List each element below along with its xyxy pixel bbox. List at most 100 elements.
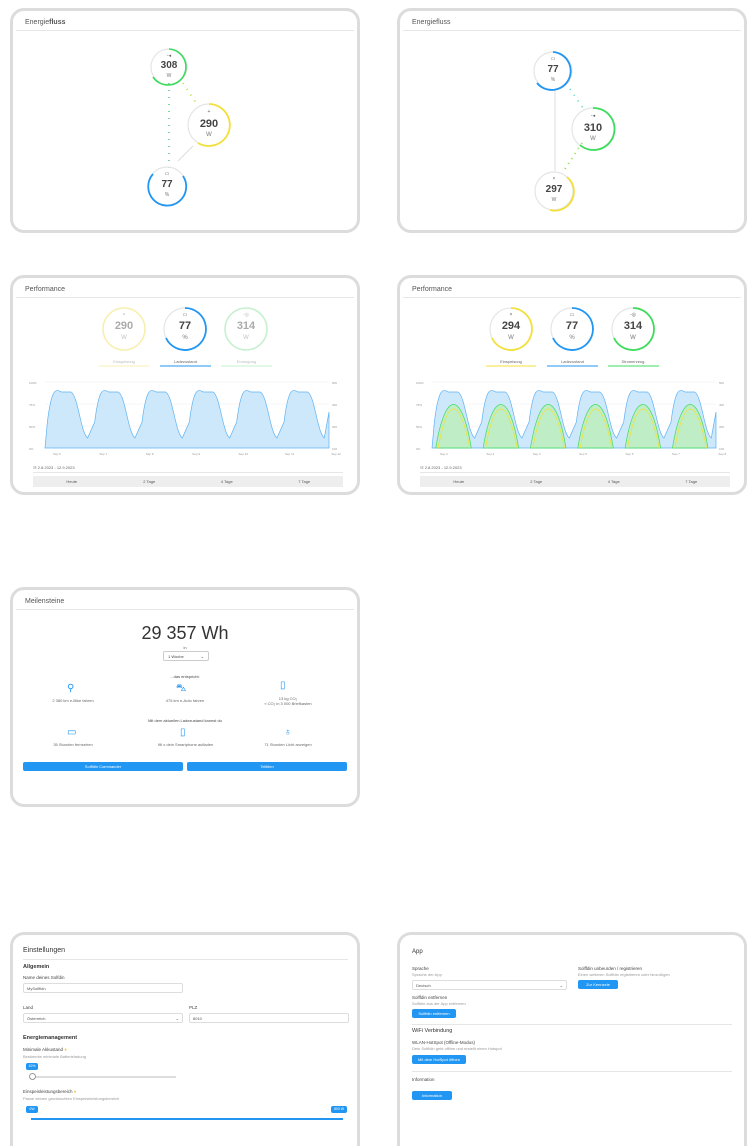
tab-7-days[interactable]: 7 Tage bbox=[653, 476, 731, 487]
solar-icon: -◎ bbox=[242, 312, 250, 318]
period-value: 1 Woche bbox=[168, 654, 184, 659]
energy-flow-card-left: Energiefluss -◂ 308 W + 290 W ▭ 77 % bbox=[10, 8, 360, 233]
tab-2-days[interactable]: 2 Tage bbox=[498, 476, 576, 487]
x-tick-label: Sep 8 bbox=[146, 452, 154, 456]
info-icon[interactable]: ● bbox=[64, 1047, 67, 1052]
solar-node: -◂ 308 W bbox=[151, 49, 187, 85]
performance-chart: 100% 75% 50% 0% 500 400 300 100 Sep 6 Sep 7 Sep 8 S… bbox=[29, 381, 341, 456]
y-tick-label: 300 bbox=[332, 425, 337, 429]
range-slider[interactable] bbox=[31, 1118, 343, 1120]
y-tick-label: 0% bbox=[416, 447, 421, 451]
settings-title: Einstellungen bbox=[23, 947, 66, 954]
ring-label: Ladezustand bbox=[561, 359, 584, 364]
battery-unit: % bbox=[550, 77, 556, 83]
range-label-text: Einspeisleistungsbereich bbox=[23, 1089, 73, 1094]
min-charge-label: Minimale Akkustand ● bbox=[23, 1047, 67, 1052]
name-input[interactable]: MySolffidn bbox=[23, 983, 183, 993]
y-tick-label: 100 bbox=[719, 447, 724, 451]
register-button[interactable]: Zur Kennzeie bbox=[578, 980, 618, 989]
battery-icon: ▭ bbox=[550, 56, 556, 62]
battery-icon: ▭ bbox=[182, 312, 188, 318]
performance-chart: 100% 75% 50% 0% 500 400 300 100 Sep 2 Sep 3 Sep 4 S… bbox=[416, 381, 726, 456]
ring-label: Ladezustand bbox=[174, 359, 197, 364]
tab-7-days[interactable]: 7 Tage bbox=[266, 476, 344, 487]
ring-unit: % bbox=[569, 335, 575, 341]
tab-today[interactable]: Heute bbox=[33, 476, 111, 487]
y-tick-label: 100 bbox=[332, 447, 337, 451]
grid-icon: + bbox=[207, 109, 211, 115]
card-title: Meilensteine bbox=[16, 590, 354, 610]
x-tick-label: Sep 7 bbox=[99, 452, 107, 456]
min-charge-slider[interactable] bbox=[31, 1076, 176, 1078]
tab-2-days[interactable]: 2 Tage bbox=[111, 476, 189, 487]
battery-value: 77 bbox=[161, 179, 173, 190]
info-icon[interactable]: ● bbox=[74, 1089, 77, 1094]
date-range-text: 2.8.2023 - 12.9.2023 bbox=[424, 465, 462, 470]
battery-value: 77 bbox=[547, 64, 559, 75]
performance-card-left: Performance × 290 W ▭ 77 % -◎ 314 W Eins… bbox=[10, 275, 360, 495]
solar-node: -◂ 310 W bbox=[572, 108, 614, 150]
charge-label: Mit dem aktuellen Ladezustand kannst du bbox=[148, 718, 222, 723]
battery-unit: % bbox=[164, 192, 170, 198]
x-tick-label: Sep 5 bbox=[579, 452, 587, 456]
chevron-down-icon: ⌄ bbox=[175, 1016, 179, 1021]
tab-today[interactable]: Heute bbox=[420, 476, 498, 487]
ring-unit: W bbox=[630, 335, 636, 341]
plz-input[interactable]: 8010 bbox=[189, 1013, 349, 1023]
information-button[interactable]: Information bbox=[412, 1091, 452, 1100]
date-range[interactable]: ☷ 2.8.2023 - 12.9.2023 bbox=[33, 463, 343, 473]
bike-icon: ⚲ bbox=[67, 683, 75, 694]
battery-node: ▭ 77 % bbox=[148, 167, 186, 205]
app-title: App bbox=[412, 949, 423, 955]
min-charge-slider-handle[interactable] bbox=[29, 1073, 36, 1080]
country-select[interactable]: Österreich ⌄ bbox=[23, 1013, 183, 1023]
perf-ring-production[interactable]: -◎ 314 W bbox=[612, 308, 654, 350]
perf-ring-feedin[interactable]: × 294 W bbox=[490, 308, 532, 350]
ring-value: 290 bbox=[114, 320, 134, 332]
ring-value: 294 bbox=[501, 320, 521, 332]
commander-button[interactable]: Solffdin Commander bbox=[23, 762, 183, 771]
ring-label: Stromerzeug. bbox=[621, 359, 646, 364]
solar-unit: W bbox=[166, 73, 172, 79]
share-button[interactable]: Teiltilen bbox=[187, 762, 347, 771]
remove-button[interactable]: Solffdin entfernen bbox=[412, 1009, 456, 1018]
ring-label: Einspeisung bbox=[500, 359, 522, 364]
milestones-card: Meilensteine 29 357 Wh in 1 Woche ⌄ ...da… bbox=[10, 587, 360, 807]
y-tick-label: 500 bbox=[332, 381, 337, 385]
y-tick-label: 400 bbox=[332, 403, 337, 407]
x-tick-label: Sep 3 bbox=[486, 452, 494, 456]
register-desc: Einen weiteren Solffdin registrieren ode… bbox=[578, 972, 670, 977]
divider bbox=[412, 1071, 732, 1072]
y-tick-label: 500 bbox=[719, 381, 724, 385]
battery-node: ▭ 77 % bbox=[534, 52, 572, 90]
language-select[interactable]: Deutsch ⌄ bbox=[412, 980, 567, 990]
equivalent-label: ...das entspricht: bbox=[170, 674, 200, 679]
perf-ring-charge[interactable]: ▭ 77 % bbox=[551, 308, 593, 350]
hotspot-label: WLAN-HotSpot (Offline-Modus) bbox=[412, 1040, 475, 1045]
y-tick-label: 75% bbox=[29, 403, 35, 407]
y-tick-label: 300 bbox=[719, 425, 724, 429]
ring-value: 314 bbox=[236, 320, 256, 332]
x-tick-label: Sep 7 bbox=[672, 452, 680, 456]
perf-ring-production[interactable]: -◎ 314 W bbox=[225, 308, 267, 350]
period-select[interactable]: 1 Woche ⌄ bbox=[163, 651, 209, 661]
y-tick-label: 50% bbox=[416, 425, 422, 429]
divider bbox=[412, 1024, 732, 1025]
perf-ring-charge[interactable]: ▭ 77 % bbox=[164, 308, 206, 350]
ring-unit: W bbox=[508, 335, 514, 341]
tab-4-days[interactable]: 4 Tage bbox=[575, 476, 653, 487]
ring-label: Einspeisung bbox=[113, 359, 135, 364]
x-tick-label: Sep 10 bbox=[239, 452, 249, 456]
car-text: 475 km e-Auto fahren bbox=[165, 698, 205, 703]
hotspot-button[interactable]: Mit dem HotSpot öffnen bbox=[412, 1055, 466, 1064]
grid-node: × 297 W bbox=[535, 172, 573, 210]
solar-value: 310 bbox=[583, 122, 603, 134]
perf-ring-feedin[interactable]: × 290 W bbox=[103, 308, 145, 350]
date-range[interactable]: ☷ 2.8.2023 - 12.9.2023 bbox=[420, 463, 730, 473]
register-label: Solffdin unbeurden / registrieren bbox=[578, 966, 642, 971]
tab-4-days[interactable]: 4 Tage bbox=[188, 476, 266, 487]
language-label: Sprache bbox=[412, 966, 429, 971]
name-value: MySolffidn bbox=[27, 986, 46, 991]
energy-header: Energiemanagement bbox=[23, 1035, 78, 1041]
chevron-down-icon: ⌄ bbox=[559, 983, 563, 988]
